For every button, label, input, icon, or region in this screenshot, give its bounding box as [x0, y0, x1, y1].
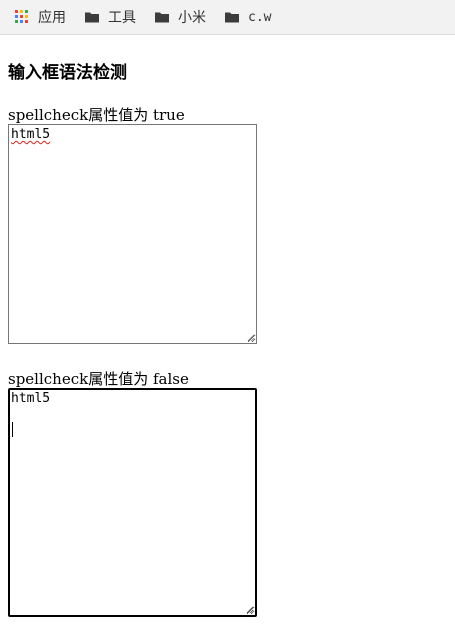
- bookmark-folder-tools[interactable]: 工具: [84, 0, 136, 34]
- bookmark-apps-label: 应用: [38, 10, 66, 26]
- textarea-text: html5: [11, 391, 51, 406]
- spellcheck-false-label: spellcheck属性值为 false: [8, 370, 189, 388]
- spellcheck-true-textarea[interactable]: html5: [8, 124, 257, 344]
- textarea-text: html5: [11, 127, 51, 142]
- text-cursor: [12, 422, 13, 437]
- bookmark-folder-cw[interactable]: c.w: [224, 0, 271, 34]
- page-title: 输入框语法检测: [8, 63, 127, 83]
- bookmark-folder-cw-label: c.w: [248, 9, 272, 25]
- resize-handle-icon[interactable]: [246, 606, 254, 614]
- bookmark-folder-xiaomi[interactable]: 小米: [154, 0, 206, 34]
- folder-icon: [224, 9, 240, 25]
- spellcheck-false-textarea[interactable]: html5: [8, 388, 257, 617]
- apps-grid-icon: [14, 9, 30, 25]
- bookmarks-bar: 应用 工具 小米 c.w: [0, 0, 455, 35]
- bookmark-folder-xiaomi-label: 小米: [178, 10, 206, 26]
- folder-icon: [154, 9, 170, 25]
- bookmark-folder-tools-label: 工具: [108, 10, 136, 26]
- folder-icon: [84, 9, 100, 25]
- spellcheck-true-label: spellcheck属性值为 true: [8, 106, 185, 124]
- resize-handle-icon[interactable]: [247, 334, 255, 342]
- bookmark-apps[interactable]: 应用: [14, 0, 66, 34]
